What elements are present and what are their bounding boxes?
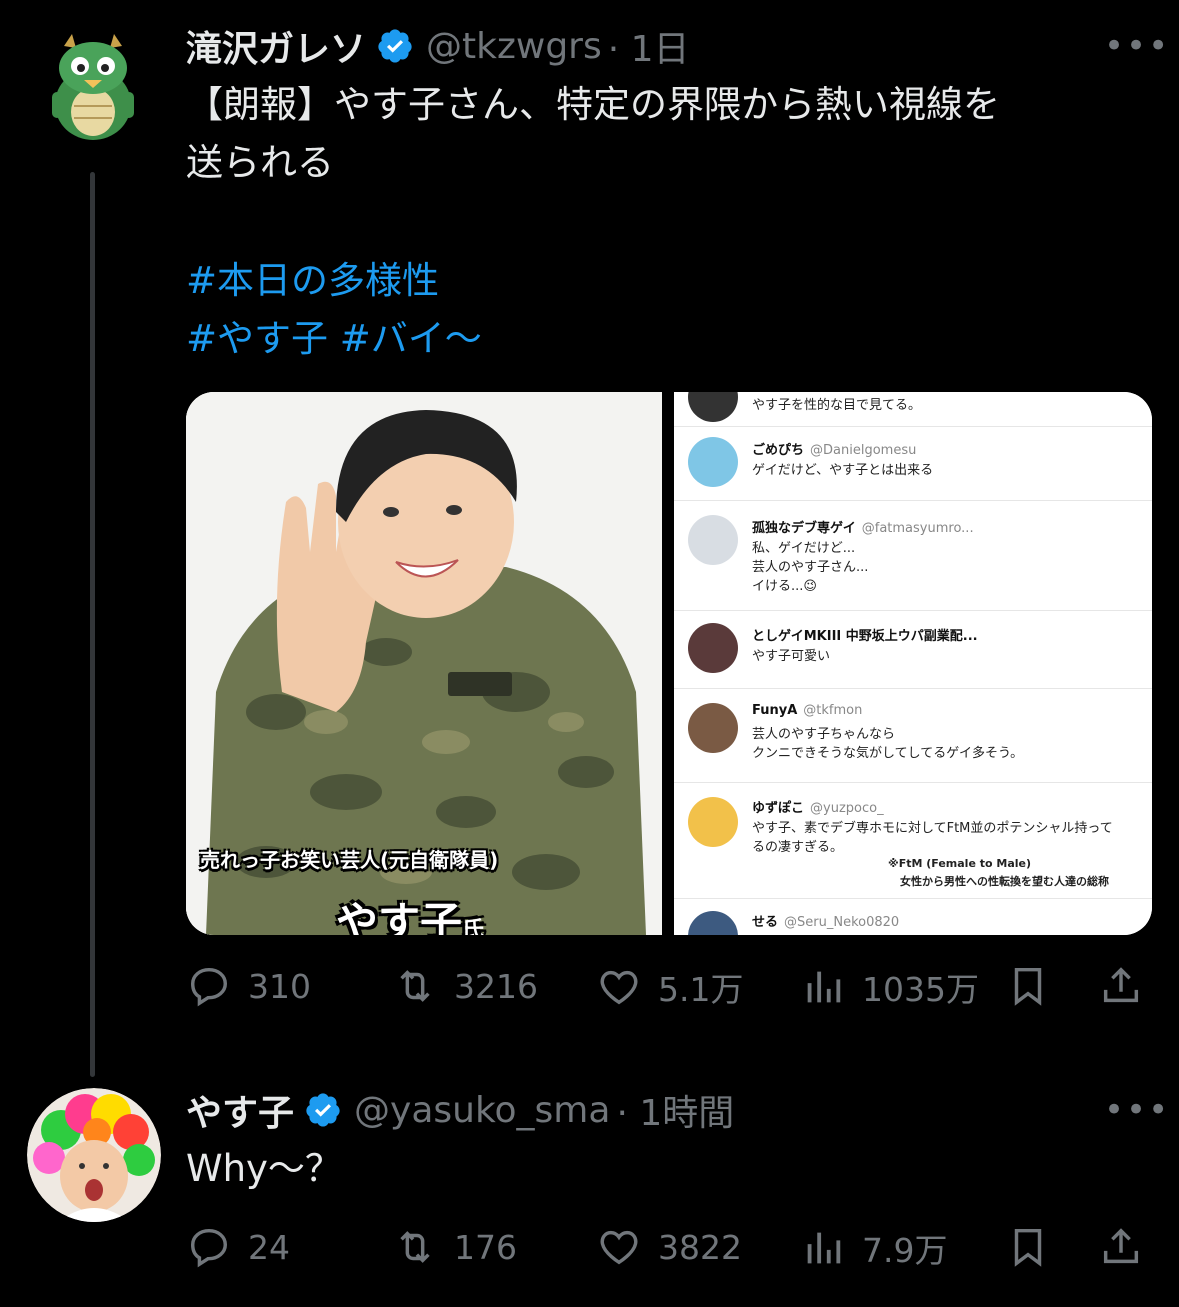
reply-text: ゲイだけど、やす子とは出来る <box>752 463 934 478</box>
avatar-yasuko[interactable] <box>27 1088 161 1222</box>
retweet-button[interactable]: 176 <box>392 1224 517 1270</box>
media-photo-person: 売れっ子お笑い芸人(元自衛隊員) やす子氏 <box>186 392 662 935</box>
tweet2-author-name[interactable]: やす子 <box>186 1084 294 1136</box>
avatar <box>688 437 738 487</box>
reply-name: せる @Seru_Neko0820 <box>752 915 900 930</box>
hashtag-link[interactable]: #本日の多様性 <box>186 252 482 310</box>
tweet2-timestamp[interactable]: · 1時間 <box>616 1084 734 1136</box>
more-icon[interactable]: ••• <box>1104 1090 1170 1130</box>
list-item: としゲイMKIII 中野坂上ウパ副業配... やす子可愛い <box>674 610 1152 687</box>
tweet1-header: 滝沢ガレソ @tkzwgrs · 1日 <box>186 20 690 72</box>
media-divider <box>662 392 674 935</box>
tweet2-header: やす子 @yasuko_sma · 1時間 <box>186 1084 734 1136</box>
list-item: ゆずぽこ @yuzpoco_ やす子、素でデブ専ホモに対してFtM並のポテンシャル… <box>674 782 1152 897</box>
views-icon <box>807 1232 841 1264</box>
reply-icon <box>190 967 228 1007</box>
avatar <box>688 911 738 935</box>
avatar <box>688 797 738 847</box>
list-item: FunyA @tkfmon 芸人のやす子ちゃんなら クンニできそうな気がしてしてる… <box>674 688 1152 781</box>
reply-name: 孤独なデブ専ゲイ @fatmasyumro... <box>752 521 974 536</box>
tweet2-handle[interactable]: @yasuko_sma <box>354 1090 610 1131</box>
reply-name: FunyA @tkfmon <box>752 703 863 718</box>
retweet-count: 3216 <box>454 966 538 1006</box>
tweet1-text: 【朗報】やす子さん、特定の界隈から熱い視線を 送られる <box>186 76 1146 192</box>
thread-connector-line <box>90 172 95 1077</box>
avatar <box>688 623 738 673</box>
like-button[interactable]: 5.1万 <box>596 963 743 1011</box>
tweet1-handle[interactable]: @tkzwgrs <box>426 26 602 67</box>
tweet1-text-line: 【朗報】やす子さん、特定の界隈から熱い視線を <box>186 83 1000 126</box>
reply-name: としゲイMKIII 中野坂上ウパ副業配... <box>752 629 978 644</box>
reply-text: やす子、素でデブ専ホモに対してFtM並のポテンシャル持って るの凄すぎる。 <box>752 821 1113 855</box>
share-button[interactable] <box>1098 963 1160 1009</box>
reply-icon <box>190 1228 228 1268</box>
reply-note: ※FtM (Female to Male) <box>888 857 1032 870</box>
like-count: 5.1万 <box>658 970 744 1009</box>
retweet-icon <box>400 1231 430 1263</box>
reply-button[interactable]: 24 <box>186 1224 290 1270</box>
reply-count: 310 <box>248 966 311 1006</box>
list-item: 孤独なデブ専ゲイ @fatmasyumro... 私、ゲイだけど... 芸人のやす… <box>674 500 1152 609</box>
reply-text: やす子を性的な目で見てる。 <box>752 398 922 413</box>
list-item: せる @Seru_Neko0820 <box>674 898 1152 935</box>
reply-name: ごめぴち @Danielgomesu <box>752 443 917 458</box>
media-big-name-text: やす子 <box>336 898 463 935</box>
list-item: ごめぴち @Danielgomesu ゲイだけど、やす子とは出来る <box>674 426 1152 499</box>
tweet1-hashtags: #本日の多様性 #やす子 #バイ〜 <box>186 252 482 368</box>
like-button[interactable]: 3822 <box>596 1224 742 1270</box>
media-big-name: やす子氏 <box>336 889 484 935</box>
reply-text: 私、ゲイだけど... 芸人のやす子さん... イける...😉 <box>752 541 869 594</box>
more-icon[interactable]: ••• <box>1104 26 1170 66</box>
views-icon <box>807 971 841 1003</box>
reply-text: 芸人のやす子ちゃんなら クンニできそうな気がしてしてるゲイ多そう。 <box>752 727 1024 761</box>
tweet1-text-line: 送られる <box>186 141 334 184</box>
reply-button[interactable]: 310 <box>186 963 311 1009</box>
verified-badge-icon <box>366 27 414 65</box>
share-icon <box>1103 1228 1139 1264</box>
share-icon <box>1103 967 1139 1003</box>
tweet1-timestamp[interactable]: · 1日 <box>608 20 690 72</box>
verified-badge-icon <box>294 1091 342 1129</box>
bookmark-button[interactable] <box>1005 1224 1067 1270</box>
bookmark-button[interactable] <box>1005 963 1067 1009</box>
bookmark-icon <box>1014 1228 1042 1267</box>
avatar-tkzwgrs[interactable] <box>44 32 142 144</box>
reply-name: ゆずぽこ @yuzpoco_ <box>752 801 884 816</box>
tweet2-text: Why〜？ <box>186 1147 342 1190</box>
reply-note: 女性から男性への性転換を望む人達の総称 <box>900 875 1109 888</box>
retweet-icon <box>400 970 430 1002</box>
media-screenshot-replies: やす子を性的な目で見てる。 ごめぴち @Danielgomesu ゲイだけど、やす… <box>674 392 1152 935</box>
share-button[interactable] <box>1098 1224 1160 1270</box>
hashtag-link[interactable]: #やす子 #バイ〜 <box>186 310 482 368</box>
media-caption: 売れっ子お笑い芸人(元自衛隊員) <box>200 848 499 872</box>
like-icon <box>600 970 638 1005</box>
like-icon <box>600 1230 638 1265</box>
tweet1-media[interactable]: 売れっ子お笑い芸人(元自衛隊員) やす子氏 やす子を性的な目で見てる。 ごめぴち… <box>186 392 1152 935</box>
avatar <box>688 515 738 565</box>
like-count: 3822 <box>658 1227 742 1267</box>
views-button[interactable]: 7.9万 <box>800 1224 947 1272</box>
views-count: 7.9万 <box>862 1231 948 1270</box>
media-big-name-suffix: 氏 <box>462 918 485 935</box>
retweet-count: 176 <box>454 1227 517 1267</box>
reply-count: 24 <box>248 1227 290 1267</box>
views-count: 1035万 <box>862 970 979 1009</box>
retweet-button[interactable]: 3216 <box>392 963 538 1009</box>
avatar <box>688 703 738 753</box>
list-item: やす子を性的な目で見てる。 <box>674 392 1152 426</box>
tweet1-author-name[interactable]: 滝沢ガレソ <box>186 20 366 72</box>
views-button[interactable]: 1035万 <box>800 963 979 1011</box>
reply-text: やす子可愛い <box>752 649 831 664</box>
bookmark-icon <box>1014 967 1042 1006</box>
